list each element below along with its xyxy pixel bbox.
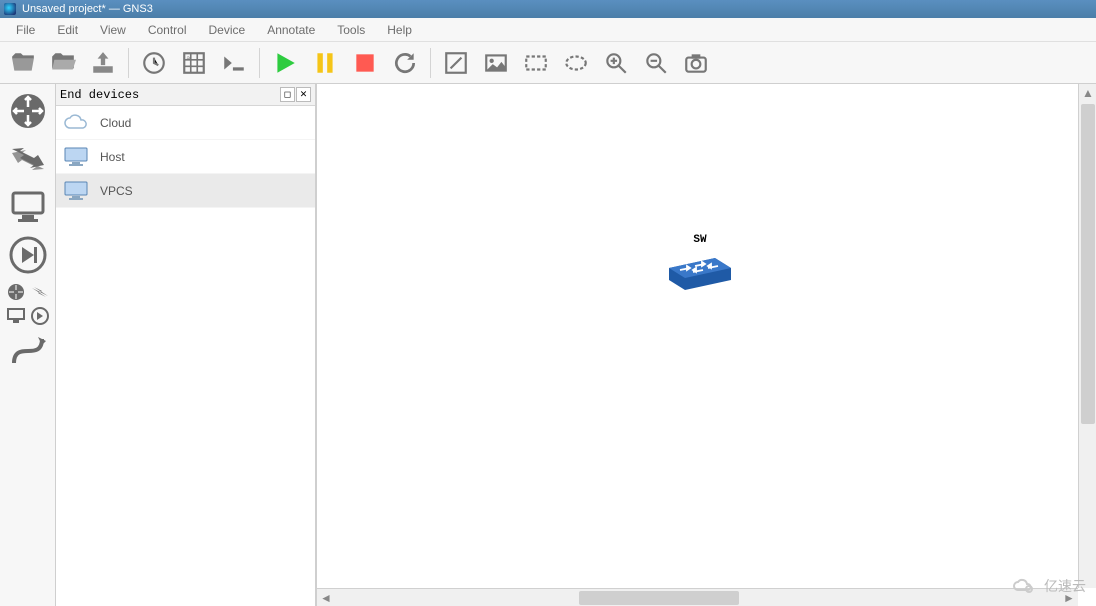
main-toolbar: a: [0, 42, 1096, 84]
insert-image-button[interactable]: [479, 46, 513, 80]
scroll-left-button[interactable]: ◄: [317, 589, 335, 606]
note-icon: [443, 50, 469, 76]
menu-device[interactable]: Device: [199, 20, 256, 40]
open-project-button[interactable]: [46, 46, 80, 80]
image-icon: [483, 50, 509, 76]
zoom-out-button[interactable]: [639, 46, 673, 80]
cable-icon: [8, 333, 48, 373]
window-title: Unsaved project* — GNS3: [22, 3, 153, 15]
mini-monitor-icon: [6, 306, 26, 326]
console-icon: [221, 50, 247, 76]
device-item-vpcs[interactable]: VPCS: [56, 174, 315, 208]
draw-ellipse-button[interactable]: [559, 46, 593, 80]
screenshot-button[interactable]: [679, 46, 713, 80]
play-icon: [272, 50, 298, 76]
toolbar-separator: [259, 48, 260, 78]
end-devices-panel: End devices ◻ ✕ Cloud Host VPCS: [56, 84, 316, 606]
export-icon: [90, 50, 116, 76]
dock-switches-button[interactable]: [5, 136, 51, 182]
ethernet-switch-icon: [665, 250, 735, 282]
panel-float-button[interactable]: ◻: [280, 87, 295, 102]
watermark: 亿速云: [1010, 576, 1086, 596]
dock-link-button[interactable]: [5, 330, 51, 376]
menu-annotate[interactable]: Annotate: [257, 20, 325, 40]
stop-icon: [352, 50, 378, 76]
menu-help[interactable]: Help: [377, 20, 422, 40]
draw-rect-button[interactable]: [519, 46, 553, 80]
zoom-out-icon: [643, 50, 669, 76]
new-project-button[interactable]: [6, 46, 40, 80]
save-project-button[interactable]: [86, 46, 120, 80]
add-note-button[interactable]: [439, 46, 473, 80]
pause-icon: [312, 50, 338, 76]
menu-file[interactable]: File: [6, 20, 45, 40]
watermark-icon: [1010, 576, 1038, 596]
svg-text:a: a: [186, 54, 190, 61]
menu-edit[interactable]: Edit: [47, 20, 88, 40]
reload-all-button[interactable]: [388, 46, 422, 80]
topology-canvas[interactable]: SW ◄ ► ▲: [316, 84, 1096, 606]
menu-control[interactable]: Control: [138, 20, 197, 40]
monitor-icon: [8, 187, 48, 227]
node-label: SW: [693, 234, 706, 246]
device-item-host[interactable]: Host: [56, 140, 315, 174]
scroll-up-button[interactable]: ▲: [1079, 84, 1096, 101]
window-titlebar: Unsaved project* — GNS3: [0, 0, 1096, 18]
zoom-in-icon: [603, 50, 629, 76]
device-item-cloud[interactable]: Cloud: [56, 106, 315, 140]
menu-view[interactable]: View: [90, 20, 136, 40]
pause-all-button[interactable]: [308, 46, 342, 80]
snapshot-button[interactable]: [137, 46, 171, 80]
app-icon: [4, 3, 16, 15]
device-label: VPCS: [100, 184, 133, 198]
router-icon: [8, 91, 48, 131]
dock-security-button[interactable]: [5, 232, 51, 278]
mini-router-icon: [6, 282, 26, 302]
stop-all-button[interactable]: [348, 46, 382, 80]
ellipse-dashed-icon: [563, 50, 589, 76]
console-button[interactable]: [217, 46, 251, 80]
dock-routers-button[interactable]: [5, 88, 51, 134]
panel-list: Cloud Host VPCS: [56, 106, 315, 606]
dock-all-button[interactable]: [4, 280, 52, 328]
dock-enddevices-button[interactable]: [5, 184, 51, 230]
grid-button[interactable]: a: [177, 46, 211, 80]
folder-open-icon: [50, 50, 76, 76]
rect-dashed-icon: [523, 50, 549, 76]
toolbar-separator: [128, 48, 129, 78]
host-icon: [62, 180, 90, 202]
step-play-icon: [8, 235, 48, 275]
mini-step-icon: [30, 306, 50, 326]
clock-icon: [141, 50, 167, 76]
camera-icon: [683, 50, 709, 76]
horizontal-scrollbar[interactable]: ◄ ►: [317, 588, 1078, 606]
mini-switch-icon: [30, 282, 50, 302]
switch-arrows-icon: [8, 139, 48, 179]
folder-new-icon: [10, 50, 36, 76]
device-label: Cloud: [100, 116, 131, 130]
watermark-text: 亿速云: [1044, 576, 1086, 596]
panel-close-button[interactable]: ✕: [296, 87, 311, 102]
toolbar-separator: [430, 48, 431, 78]
vertical-scrollbar[interactable]: ▲: [1078, 84, 1096, 588]
menu-tools[interactable]: Tools: [327, 20, 375, 40]
device-label: Host: [100, 150, 125, 164]
cloud-icon: [62, 112, 90, 134]
scroll-thumb[interactable]: [579, 591, 739, 605]
start-all-button[interactable]: [268, 46, 302, 80]
panel-header: End devices ◻ ✕: [56, 84, 315, 106]
grid-icon: a: [181, 50, 207, 76]
canvas-viewport[interactable]: SW: [317, 84, 1096, 588]
scroll-thumb[interactable]: [1081, 104, 1095, 424]
reload-icon: [392, 50, 418, 76]
host-icon: [62, 146, 90, 168]
device-dock: [0, 84, 56, 606]
zoom-in-button[interactable]: [599, 46, 633, 80]
panel-title: End devices: [60, 88, 139, 102]
menu-bar: File Edit View Control Device Annotate T…: [0, 18, 1096, 42]
node-sw[interactable]: SW: [665, 234, 735, 282]
